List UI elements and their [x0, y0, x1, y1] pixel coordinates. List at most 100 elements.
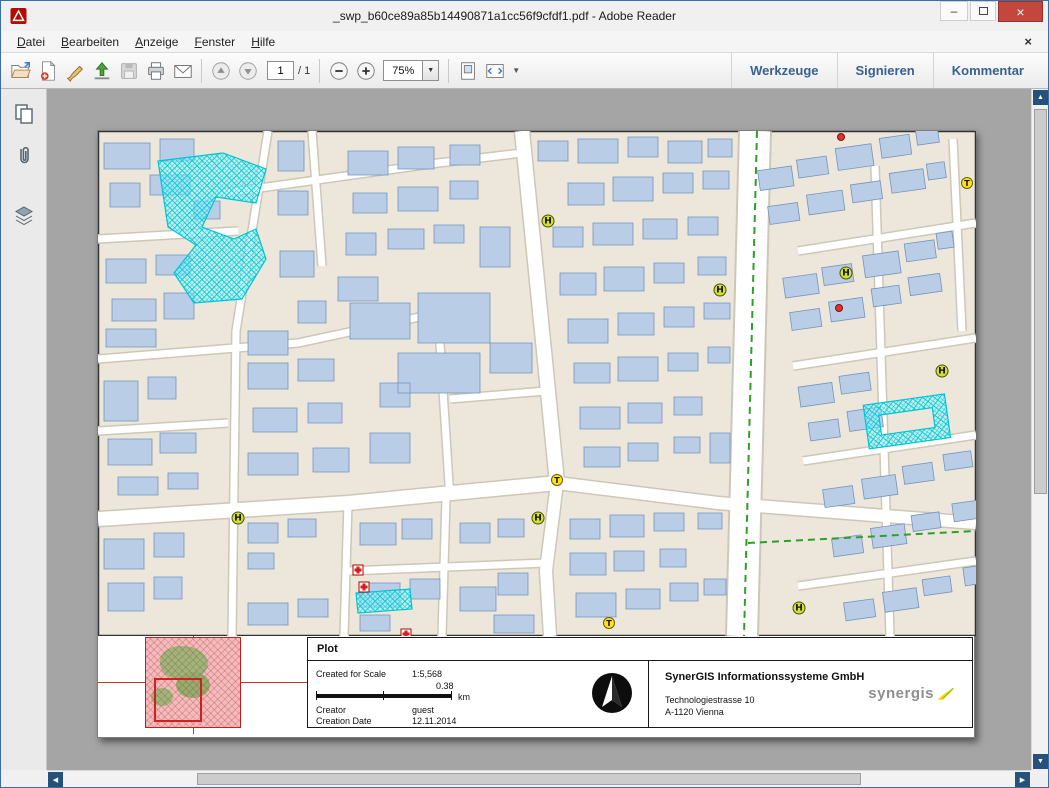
map-marker-H: H: [714, 284, 727, 297]
scroll-left-icon: ◀: [53, 776, 58, 784]
sign-button[interactable]: [61, 58, 88, 84]
map-markers: H H H H H H H T T T: [98, 131, 976, 636]
kommentar-button[interactable]: Kommentar: [933, 53, 1042, 88]
plot-footer: Plot Created for Scale 1:5,568 0.38 km C…: [98, 636, 974, 737]
scale-bar-tick: [316, 691, 317, 700]
minimize-icon: –: [951, 4, 958, 18]
menu-bearbeiten[interactable]: Bearbeiten: [53, 33, 127, 51]
minimap-extent-frame: [154, 678, 202, 722]
menu-datei[interactable]: Datei: [9, 33, 53, 51]
synergis-logo-swoosh-icon: [936, 686, 954, 702]
menu-anzeige[interactable]: Anzeige: [127, 33, 186, 51]
adobe-reader-window: _swp_b60ce89a85b14490871a1cc56f9cfdf1.pd…: [0, 0, 1049, 788]
menu-bar: Datei Bearbeiten Anzeige Fenster Hilfe ×: [1, 31, 1048, 53]
scale-bar-value: 0.38: [436, 681, 454, 691]
scroll-down-icon: ▼: [1037, 758, 1044, 765]
menu-hilfe[interactable]: Hilfe: [243, 33, 283, 51]
toolbar-right-group: Werkzeuge Signieren Kommentar: [731, 53, 1042, 88]
plot-body: Created for Scale 1:5,568 0.38 km Creato…: [308, 661, 972, 727]
send-file-button[interactable]: [88, 58, 115, 84]
map-marker-cross: [359, 582, 370, 593]
zoom-in-button[interactable]: [352, 58, 379, 84]
map-marker-H: H: [532, 512, 545, 525]
scale-bar: [316, 694, 452, 698]
horizontal-scrollbar-thumb[interactable]: [197, 773, 861, 785]
scale-value: 1:5,568: [412, 669, 442, 679]
create-pdf-button[interactable]: [34, 58, 61, 84]
more-tools-chevron-icon[interactable]: ▼: [508, 66, 524, 75]
map-marker-H: H: [793, 602, 806, 615]
map-marker-H: H: [542, 215, 555, 228]
map-marker-H: H: [936, 365, 949, 378]
scroll-left-button[interactable]: ◀: [48, 772, 63, 787]
page-fit-button[interactable]: [454, 58, 481, 84]
map-marker-T: T: [603, 617, 615, 629]
scroll-right-button[interactable]: ▶: [1015, 772, 1030, 787]
zoom-out-button[interactable]: [325, 58, 352, 84]
zoom-level-select[interactable]: 75% ▼: [383, 60, 439, 81]
signieren-button[interactable]: Signieren: [837, 53, 933, 88]
map-area: H H H H H H H T T T: [98, 131, 976, 636]
attachments-icon[interactable]: [9, 141, 39, 171]
company-name: SynerGIS Informationssysteme GmbH: [665, 671, 864, 683]
page-number-input[interactable]: [267, 61, 294, 80]
company-address-line1: Technologiestrasse 10: [665, 695, 755, 705]
creator-label: Creator: [316, 705, 346, 715]
map-marker-cross: [353, 565, 364, 576]
company-block: SynerGIS Informationssysteme GmbH Techno…: [649, 661, 972, 727]
north-arrow-icon: [590, 671, 634, 717]
print-button[interactable]: [142, 58, 169, 84]
close-button[interactable]: ×: [998, 1, 1043, 22]
toolbar-separator: [201, 59, 202, 83]
zoom-dropdown-arrow-icon[interactable]: ▼: [422, 61, 438, 80]
creation-date-value: 12.11.2014: [412, 716, 456, 726]
map-marker-H: H: [840, 267, 853, 280]
creator-value: guest: [412, 705, 434, 715]
navigation-pane: [1, 89, 47, 770]
toolbar: / 1 75% ▼ ▼ Werkzeuge Signieren Kommenta…: [1, 53, 1048, 89]
reading-mode-button[interactable]: [481, 58, 508, 84]
save-button[interactable]: [115, 58, 142, 84]
open-file-button[interactable]: [7, 58, 34, 84]
synergis-logo: synergis: [868, 685, 954, 702]
scroll-right-icon: ▶: [1020, 776, 1025, 784]
layers-icon[interactable]: [9, 201, 39, 231]
scroll-up-button[interactable]: ▲: [1033, 90, 1048, 105]
werkzeuge-button[interactable]: Werkzeuge: [731, 53, 836, 88]
menu-close-icon[interactable]: ×: [1016, 34, 1040, 49]
company-address-line2: A-1120 Vienna: [665, 707, 724, 717]
map-marker-T: T: [961, 177, 973, 189]
title-bar: _swp_b60ce89a85b14490871a1cc56f9cfdf1.pd…: [1, 1, 1048, 31]
map-marker-H: H: [232, 512, 245, 525]
window-title: _swp_b60ce89a85b14490871a1cc56f9cfdf1.pd…: [81, 9, 928, 23]
horizontal-scrollbar[interactable]: ◀ ▶: [47, 770, 1031, 787]
map-marker-dot: [837, 133, 845, 141]
menu-fenster[interactable]: Fenster: [186, 33, 243, 51]
email-button[interactable]: [169, 58, 196, 84]
adobe-reader-app-icon: [10, 8, 27, 24]
close-icon: ×: [1016, 4, 1024, 20]
creation-date-label: Creation Date: [316, 716, 372, 726]
page-thumbnails-icon[interactable]: [9, 99, 39, 129]
vertical-scrollbar-thumb[interactable]: [1034, 109, 1047, 494]
scale-label: Created for Scale: [316, 669, 386, 679]
maximize-button[interactable]: [970, 1, 996, 21]
previous-page-button[interactable]: [207, 58, 234, 84]
document-area: H H H H H H H T T T Plot Created for Scale: [47, 89, 1031, 770]
maximize-icon: [979, 7, 988, 15]
plot-info-box: Plot Created for Scale 1:5,568 0.38 km C…: [307, 637, 973, 728]
plot-title: Plot: [308, 638, 972, 661]
zoom-level-value: 75%: [384, 65, 422, 77]
map-marker-dot: [835, 304, 843, 312]
scroll-up-icon: ▲: [1037, 94, 1044, 101]
synergis-logo-text: synergis: [868, 685, 934, 702]
vertical-scrollbar[interactable]: ▲ ▼: [1031, 89, 1048, 770]
minimize-button[interactable]: –: [940, 1, 968, 21]
scroll-down-button[interactable]: ▼: [1033, 754, 1048, 769]
caption-buttons: – ×: [940, 1, 1043, 22]
scale-bar-unit: km: [458, 692, 470, 702]
map-marker-T: T: [551, 474, 563, 486]
scale-bar-tick: [383, 691, 384, 700]
next-page-button[interactable]: [234, 58, 261, 84]
toolbar-separator: [448, 59, 449, 83]
